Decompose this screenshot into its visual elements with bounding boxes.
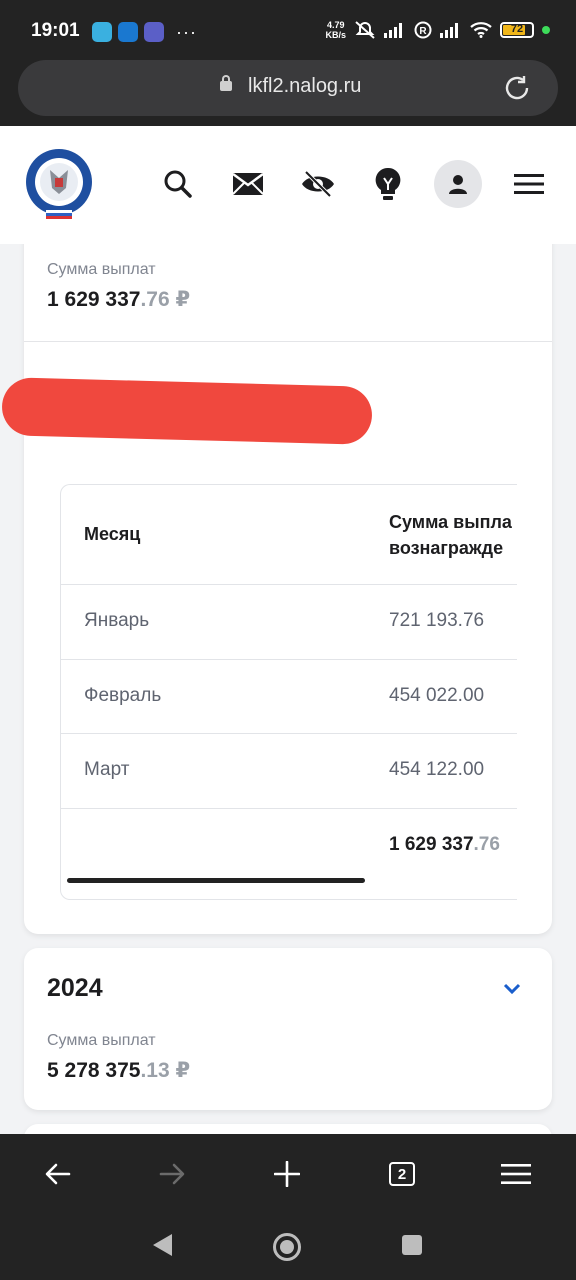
svg-text:R: R: [419, 26, 427, 37]
year-title: 2024: [47, 974, 103, 1002]
hidden-eye-icon[interactable]: [298, 162, 338, 206]
site-header: [0, 126, 576, 244]
system-indicators: 4.79 KB/s R 72: [325, 20, 550, 40]
redaction-mark: [1, 377, 373, 445]
chevron-down-icon[interactable]: [502, 982, 522, 996]
search-icon[interactable]: [158, 162, 198, 206]
month-cell: Январь: [84, 610, 150, 631]
nav-back-icon[interactable]: [150, 1232, 174, 1258]
app-notification-icon: [92, 22, 112, 42]
reload-icon[interactable]: [502, 73, 532, 103]
plus-icon[interactable]: [267, 1156, 307, 1192]
nav-home-icon[interactable]: [272, 1232, 302, 1262]
payments-sum-label: Сумма выплат: [47, 1032, 156, 1049]
lock-icon: [220, 75, 232, 91]
status-bar: 19:01 ··· 4.79 KB/s R 72: [0, 0, 576, 62]
amount-cell: 454 122.00: [389, 759, 485, 780]
more-notifications-icon: ···: [176, 22, 197, 42]
menu-icon[interactable]: [509, 162, 549, 206]
month-cell: Февраль: [84, 685, 162, 706]
mute-icon: [355, 21, 375, 39]
payments-table: Месяц Сумма выпла вознагражде Январь 721…: [60, 484, 517, 900]
table-total-row: 1 629 337.76: [61, 809, 517, 884]
table-row: Март 454 122.00: [61, 734, 517, 809]
page-content: Сумма выплат 1 629 337.76 ₽ Месяц Сумма …: [0, 244, 576, 1134]
section-divider: [24, 341, 552, 342]
fns-logo-icon[interactable]: [24, 148, 94, 220]
table-row: Февраль 454 022.00: [61, 660, 517, 734]
payments-sum-value: 5 278 375.13 ₽: [47, 1059, 191, 1082]
wifi-icon: [470, 22, 492, 38]
browser-address-area: lkfl2.nalog.ru: [0, 60, 576, 126]
month-cell: Март: [84, 759, 130, 780]
menu-icon[interactable]: [496, 1156, 536, 1192]
nav-recents-icon[interactable]: [401, 1234, 423, 1256]
tabs-icon[interactable]: 2: [382, 1156, 422, 1192]
privacy-indicator: [542, 26, 550, 34]
url-text[interactable]: lkfl2.nalog.ru: [248, 75, 361, 98]
notification-icons: ···: [92, 22, 197, 42]
next-year-card[interactable]: [24, 1124, 552, 1134]
roaming-icon: R: [414, 21, 432, 39]
table-header-row: Месяц Сумма выпла вознагражде: [61, 485, 517, 585]
address-bar[interactable]: lkfl2.nalog.ru: [18, 60, 558, 116]
year-card-expanded: Сумма выплат 1 629 337.76 ₽ Месяц Сумма …: [1, 244, 552, 934]
signal-icon-2: [440, 23, 458, 38]
battery-icon: 72: [500, 22, 534, 38]
forward-arrow-icon: [152, 1156, 192, 1192]
column-header-month: Месяц: [84, 524, 141, 544]
clock: 19:01: [31, 20, 80, 41]
column-header-amount: Сумма выпла вознагражде: [389, 512, 512, 558]
teams-icon: [144, 22, 164, 42]
system-navigation-bar: [0, 1214, 576, 1280]
table-horizontal-scrollbar[interactable]: [67, 878, 365, 883]
table-row: Январь 721 193.76: [61, 585, 517, 660]
total-amount-cell: 1 629 337.76: [389, 834, 500, 855]
year-card-2024[interactable]: 2024 Сумма выплат 5 278 375.13 ₽: [24, 948, 552, 1110]
browser-toolbar: 2: [0, 1134, 576, 1214]
signal-icon: [384, 23, 402, 38]
amount-cell: 454 022.00: [389, 685, 485, 706]
outlook-icon: [118, 22, 138, 42]
lightbulb-icon[interactable]: [368, 162, 408, 206]
payments-sum-value: 1 629 337.76 ₽: [47, 288, 191, 311]
payments-sum-label: Сумма выплат: [47, 261, 156, 278]
network-speed: 4.79 KB/s: [325, 20, 346, 40]
amount-cell: 721 193.76: [389, 610, 485, 631]
mail-icon[interactable]: [228, 162, 268, 206]
back-arrow-icon[interactable]: [38, 1156, 78, 1192]
user-icon[interactable]: [434, 160, 482, 208]
